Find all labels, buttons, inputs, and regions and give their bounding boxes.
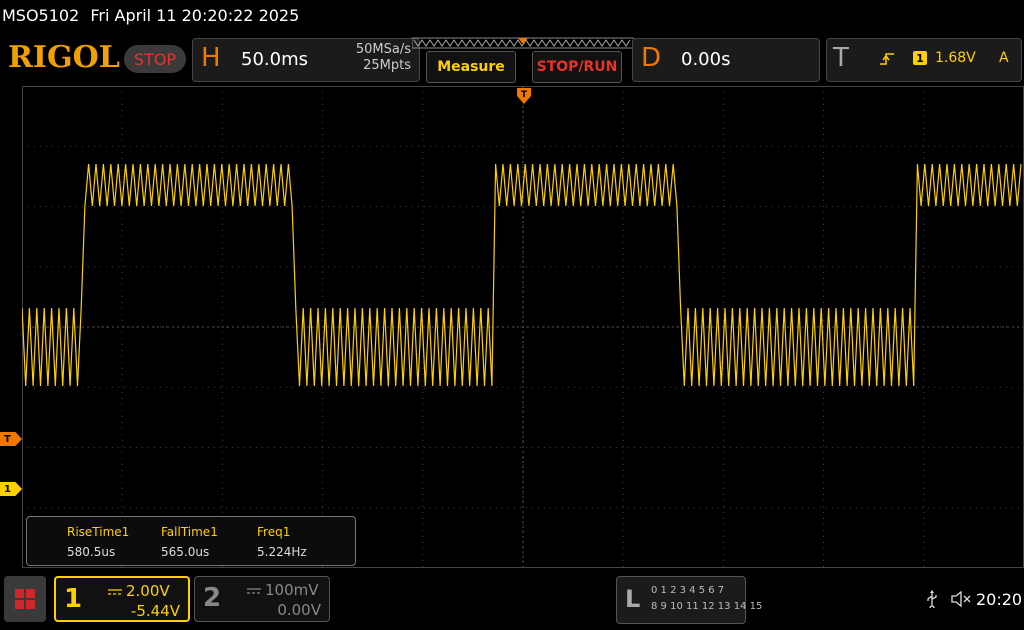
system-clock: 20:20 (976, 590, 1023, 609)
trigger-label: T (833, 43, 849, 73)
model-name: MSO5102 (2, 6, 80, 25)
measurement-name: Freq1 (257, 525, 291, 539)
trigger-source-badge: 1 (913, 51, 927, 65)
logic-channels-row1: 0 1 2 3 4 5 6 7 (651, 585, 725, 596)
speaker-muted-icon[interactable] (950, 590, 972, 608)
channel2-number: 2 (203, 583, 222, 613)
stop-run-button[interactable]: STOP/RUN (532, 51, 622, 83)
logic-channels-row2: 8 9 10 11 12 13 14 15 (651, 601, 763, 612)
memory-position-bar (412, 37, 634, 49)
channel1-panel[interactable]: 1 2.00V -5.44V (54, 576, 190, 622)
channel1-offset: -5.44V (130, 602, 180, 620)
channel1-trace (22, 163, 1022, 387)
dc-coupling-icon (108, 588, 122, 595)
delay-panel[interactable]: D 0.00s (632, 38, 820, 82)
timebase-value: 50.0ms (241, 49, 308, 70)
sample-rate: 50MSa/s (355, 42, 411, 57)
memory-depth: 25Mpts (363, 58, 411, 73)
delay-value: 0.00s (681, 49, 731, 70)
horizontal-panel[interactable]: H 50.0ms 50MSa/s 25Mpts (192, 38, 420, 82)
measurement-name: FallTime1 (161, 525, 218, 539)
usb-icon (927, 590, 937, 608)
run-state-badge[interactable]: STOP (124, 45, 186, 73)
horizontal-label: H (201, 43, 221, 73)
measurement-value: 565.0us (161, 545, 210, 559)
channel1-offset-marker[interactable]: 1 (0, 482, 22, 496)
measurement-name: RiseTime1 (67, 525, 130, 539)
logic-label: L (625, 585, 641, 613)
svg-text:T: T (521, 90, 528, 100)
trigger-level: 1.68V (935, 50, 976, 66)
waveform-display[interactable]: T (22, 86, 1024, 568)
measurement-value: 5.224Hz (257, 545, 307, 559)
channel2-scale-value: 100mV (265, 581, 319, 599)
channel1-number: 1 (64, 584, 83, 614)
channel2-panel[interactable]: 2 100mV 0.00V (194, 576, 330, 622)
rising-edge-icon (880, 53, 894, 65)
channel1-scale: 2.00V (108, 582, 170, 600)
trigger-level-marker[interactable]: T (0, 432, 22, 446)
channel2-offset: 0.00V (277, 601, 321, 619)
rigol-logo: RIGOL (8, 40, 120, 75)
measurement-panel[interactable]: RiseTime1 580.5us FallTime1 565.0us Freq… (26, 516, 356, 566)
trigger-panel[interactable]: T 1 1.68V A (826, 38, 1022, 82)
trigger-mode: A (999, 50, 1009, 66)
channel1-scale-value: 2.00V (126, 582, 170, 600)
measure-button[interactable]: Measure (426, 51, 516, 83)
title-bar: MSO5102 Fri April 11 20:20:22 2025 (2, 6, 299, 25)
main-menu-icon[interactable] (4, 576, 46, 622)
measurement-value: 580.5us (67, 545, 116, 559)
logic-analyzer-panel[interactable]: L 0 1 2 3 4 5 6 7 8 9 10 11 12 13 14 15 (616, 576, 762, 624)
acquisition-info: 50MSa/s 25Mpts (356, 42, 411, 74)
datetime: Fri April 11 20:20:22 2025 (90, 6, 300, 25)
delay-label: D (641, 43, 662, 73)
dc-coupling-icon (247, 587, 261, 594)
channel2-scale: 100mV (247, 581, 319, 599)
